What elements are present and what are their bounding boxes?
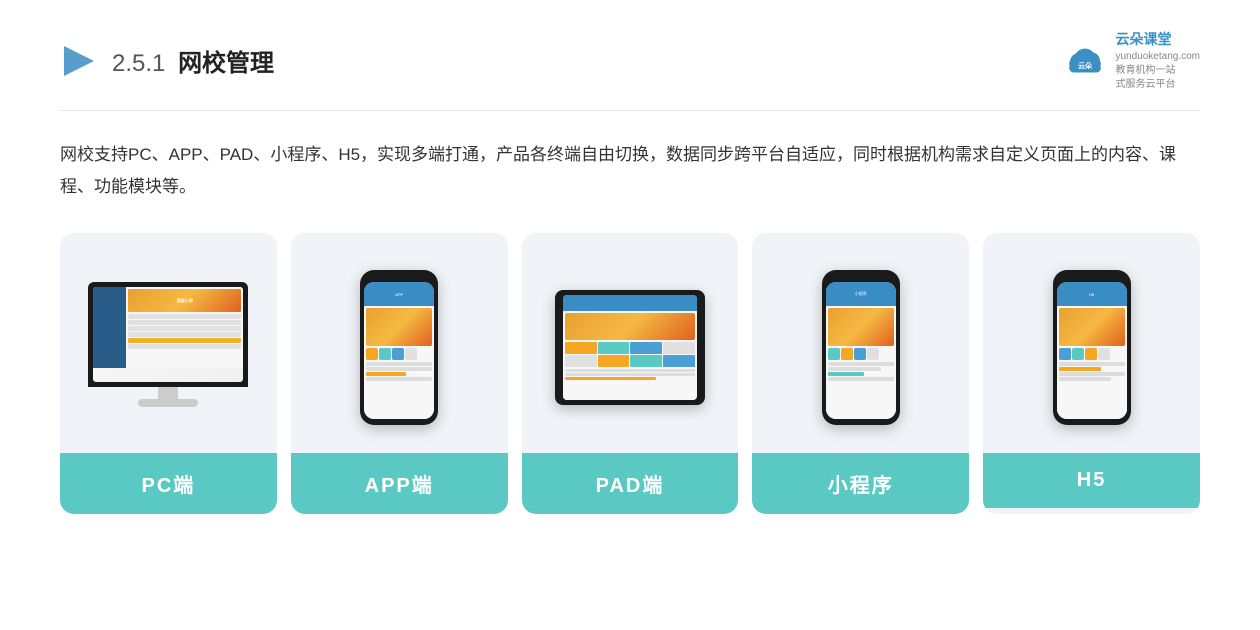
phone-mockup-h5: H5 — [1053, 270, 1131, 425]
logo-arrow-icon — [60, 42, 98, 80]
card-pad-label: PAD端 — [522, 453, 739, 514]
description-text: 网校支持PC、APP、PAD、小程序、H5，实现多端打通，产品各终端自由切换，数… — [60, 139, 1200, 204]
card-pad-image — [522, 233, 739, 453]
card-h5: H5 — [983, 233, 1200, 514]
brand-logo: 云朵 云朵课堂 yunduoketang.com 教育机构一站 式服务云平台 — [1063, 30, 1200, 92]
phone-mockup-app: APP — [360, 270, 438, 425]
card-pc-label: PC端 — [60, 453, 277, 514]
card-miniprogram: 小程序 — [752, 233, 969, 514]
card-miniprogram-image: 小程序 — [752, 233, 969, 453]
page-container: 2.5.1 网校管理 云朵 云朵课堂 yunduoketang.com 教育机构… — [0, 0, 1260, 630]
card-miniprogram-label: 小程序 — [752, 453, 969, 514]
card-h5-label: H5 — [983, 453, 1200, 508]
cards-row: 招进人的 — [60, 233, 1200, 514]
header-left: 2.5.1 网校管理 — [60, 42, 274, 80]
phone-mockup-miniprogram: 小程序 — [822, 270, 900, 425]
brand-text-block: 云朵课堂 yunduoketang.com 教育机构一站 式服务云平台 — [1115, 30, 1200, 92]
card-app: APP — [291, 233, 508, 514]
brand-cloud-icon: 云朵 — [1063, 39, 1107, 83]
card-app-label: APP端 — [291, 453, 508, 514]
tablet-mockup — [555, 290, 705, 405]
card-h5-image: H5 — [983, 233, 1200, 453]
pc-monitor-mockup: 招进人的 — [88, 282, 248, 412]
card-pc-image: 招进人的 — [60, 233, 277, 453]
page-header: 2.5.1 网校管理 云朵 云朵课堂 yunduoketang.com 教育机构… — [60, 30, 1200, 111]
page-title: 2.5.1 网校管理 — [112, 43, 274, 78]
card-pc: 招进人的 — [60, 233, 277, 514]
svg-text:云朵: 云朵 — [1078, 61, 1093, 70]
card-app-image: APP — [291, 233, 508, 453]
card-pad: PAD端 — [522, 233, 739, 514]
